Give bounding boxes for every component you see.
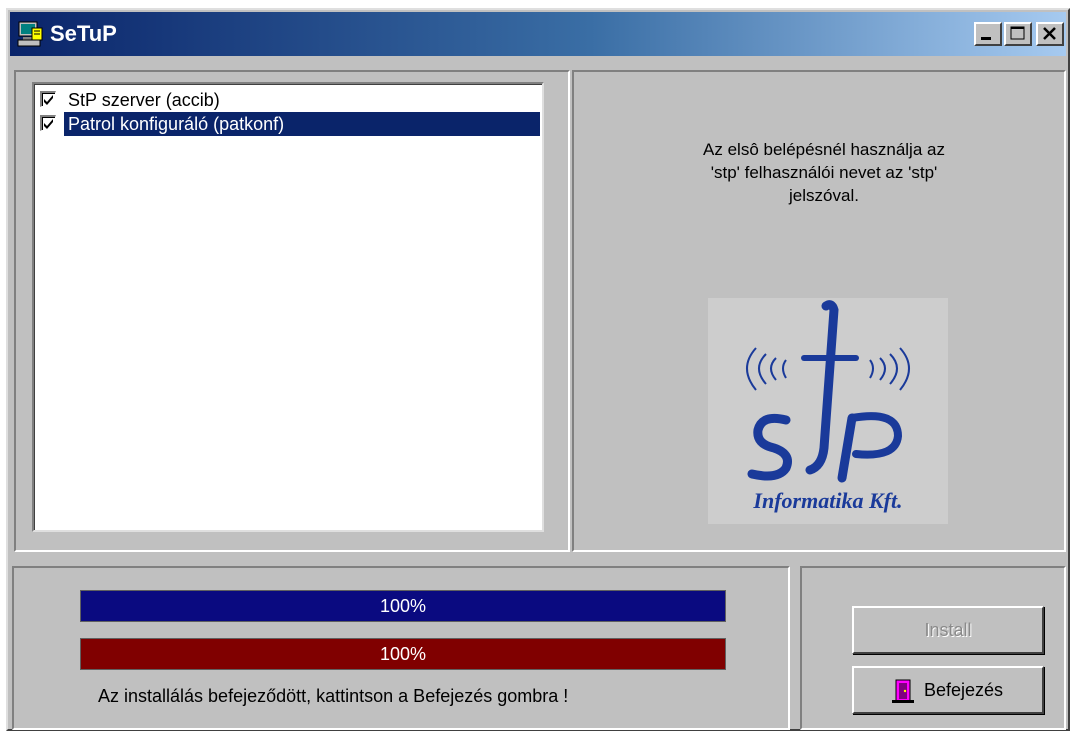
status-message: Az installálás befejeződött, kattintson … [98, 686, 569, 706]
info-line: 'stp' felhasználói nevet az 'stp' [710, 163, 938, 182]
progress-label: 100% [379, 596, 427, 616]
info-line: Az elsô belépésnél használja az [703, 140, 945, 159]
minimize-icon [981, 37, 991, 40]
list-item-patkonf[interactable]: Patrol konfiguráló (patkonf) [38, 112, 540, 136]
info-line: jelszóval. [789, 186, 859, 205]
buttons-panel: Install Befejezés [800, 566, 1066, 730]
checkbox-patkonf[interactable] [40, 115, 56, 131]
components-panel: StP szerver (accib) Patrol konfiguráló (… [14, 70, 570, 552]
setup-app-icon [16, 20, 44, 48]
maximize-button[interactable] [1004, 22, 1032, 46]
login-info-text: Az elsô belépésnél használja az 'stp' fe… [654, 138, 994, 207]
checkmark-icon [44, 95, 53, 105]
setup-window: SeTuP StP szerver (accib) Patrol konfigu… [6, 8, 1070, 731]
checkbox-accib[interactable] [40, 91, 56, 107]
progress-bar-file: 100% [80, 590, 726, 622]
progress-bar-total: 100% [80, 638, 726, 670]
close-icon [1043, 27, 1056, 40]
finish-button[interactable]: Befejezés [852, 666, 1044, 714]
list-item-label: Patrol konfiguráló (patkonf) [64, 112, 540, 136]
logo-subtitle: Informatika Kft. [752, 488, 902, 513]
progress-label: 100% [379, 644, 427, 664]
maximize-icon [1010, 26, 1025, 40]
window-title: SeTuP [50, 21, 117, 46]
close-button[interactable] [1036, 22, 1064, 46]
minimize-button[interactable] [974, 22, 1002, 46]
company-logo: Informatika Kft. [708, 298, 948, 524]
components-listbox[interactable]: StP szerver (accib) Patrol konfiguráló (… [32, 82, 544, 532]
finish-button-label: Befejezés [924, 680, 1004, 700]
title-bar[interactable]: SeTuP [10, 12, 1066, 56]
exit-door-icon [890, 678, 916, 709]
checkmark-icon [44, 119, 53, 129]
install-button[interactable]: Install [852, 606, 1044, 654]
progress-panel: 100% 100% Az installálás befejeződött, k… [12, 566, 790, 730]
info-panel: Az elsô belépésnél használja az 'stp' fe… [572, 70, 1066, 552]
list-item-accib[interactable]: StP szerver (accib) [38, 88, 540, 112]
list-item-label: StP szerver (accib) [68, 90, 220, 110]
